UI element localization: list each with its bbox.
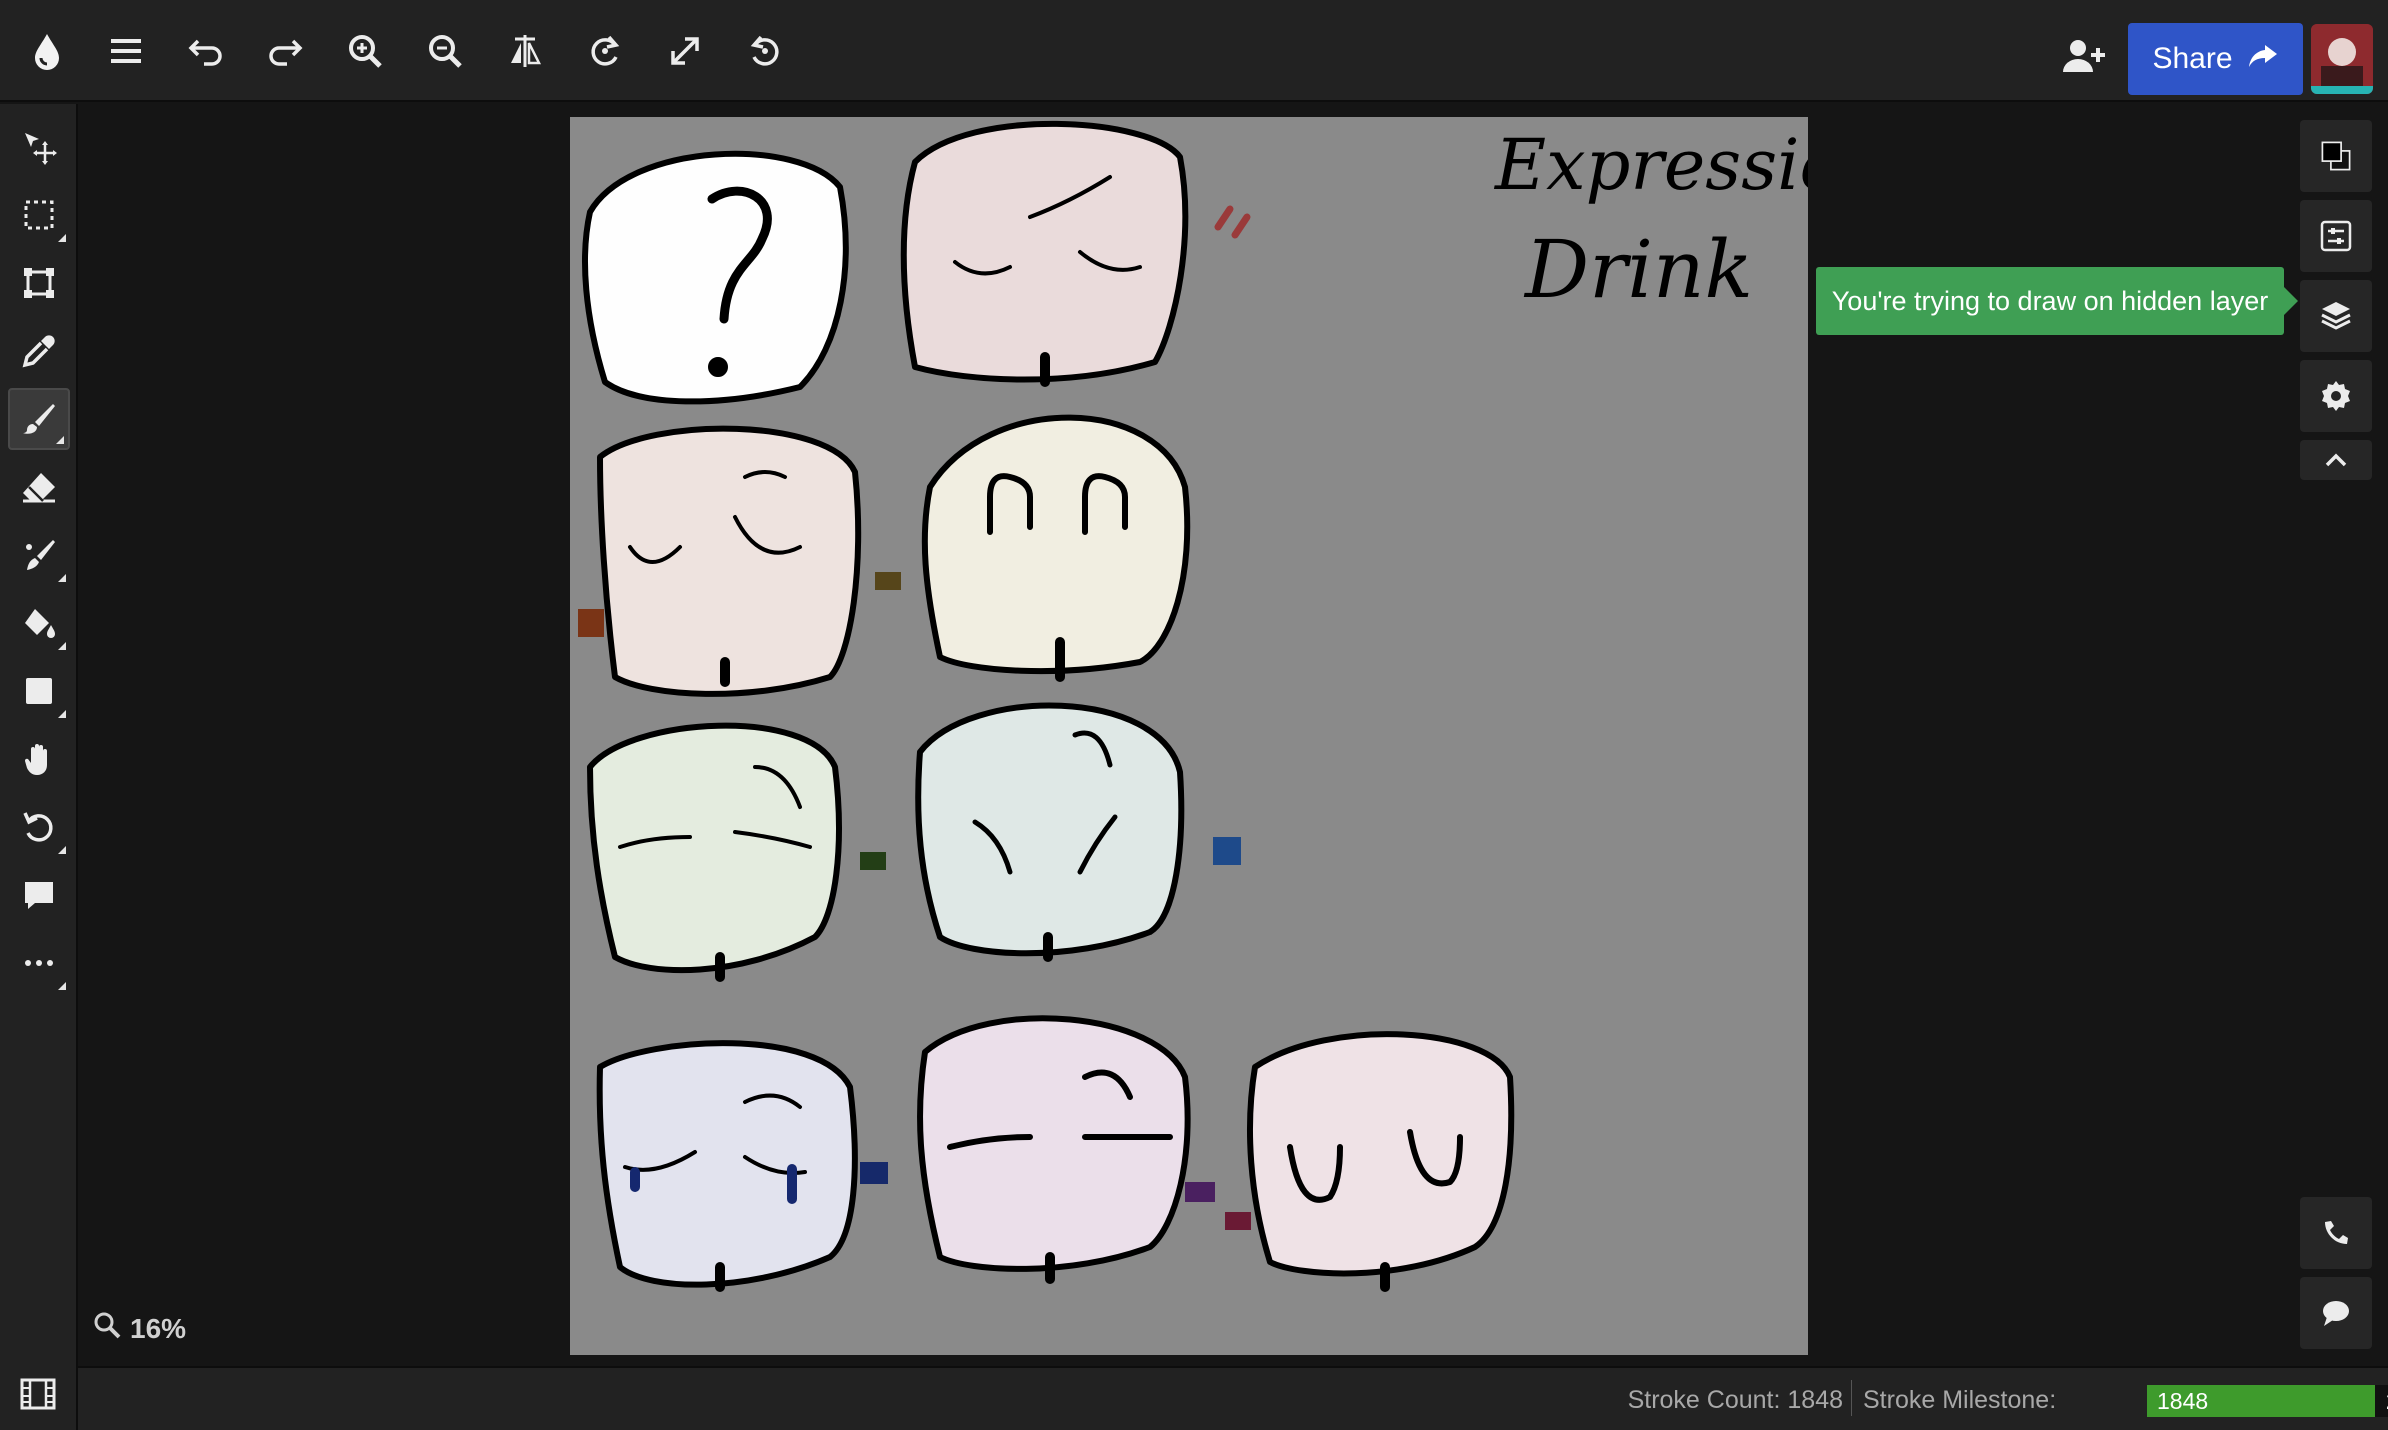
menu-icon[interactable]: [101, 26, 151, 76]
hidden-layer-tooltip: You're trying to draw on hidden layer: [1816, 267, 2298, 335]
canvas-title-line2: Drink: [1523, 223, 1753, 316]
share-label: Share: [2152, 42, 2233, 75]
stroke-milestone-progress: 1848 2400: [2147, 1385, 2388, 1417]
zoom-indicator[interactable]: 16%: [92, 1310, 186, 1347]
tool-sidebar: [0, 104, 78, 1430]
canvas-drawing: Expressions Drink: [578, 120, 1808, 1292]
eraser-icon[interactable]: [8, 456, 70, 518]
canvas-title-line1: Expressions: [1493, 124, 1808, 206]
smudge-icon[interactable]: [8, 524, 70, 586]
tooltip-text: You're trying to draw on hidden layer: [1831, 285, 2269, 316]
transform-icon[interactable]: [8, 252, 70, 314]
stroke-count: Stroke Count: 1848: [1627, 1386, 1843, 1414]
avatar[interactable]: [2311, 24, 2373, 94]
share-button[interactable]: Share: [2128, 23, 2303, 95]
milestone-current: 1848: [2157, 1388, 2209, 1414]
status-divider: [1851, 1380, 1852, 1416]
more-icon[interactable]: [8, 932, 70, 994]
timelapse-film-icon[interactable]: [16, 1372, 60, 1416]
search-icon: [92, 1310, 122, 1347]
chat-icon[interactable]: [2300, 1277, 2372, 1349]
zoom-in-icon[interactable]: [340, 26, 390, 76]
status-bar: Stroke Count: 1848 Stroke Milestone: 184…: [78, 1366, 2388, 1430]
shape-icon[interactable]: [8, 660, 70, 722]
rectangle-select-icon[interactable]: [8, 184, 70, 246]
adjustments-icon[interactable]: [2300, 200, 2372, 272]
comment-icon[interactable]: [8, 864, 70, 926]
collapse-icon[interactable]: [2300, 440, 2372, 480]
share-arrow-icon: [2247, 39, 2279, 79]
eyedropper-icon[interactable]: [8, 320, 70, 382]
fullscreen-icon[interactable]: [660, 26, 710, 76]
rotate-left-icon[interactable]: [580, 26, 630, 76]
layers-icon[interactable]: [2300, 280, 2372, 352]
stroke-milestone-label: Stroke Milestone:: [1863, 1386, 2057, 1414]
fill-bucket-icon[interactable]: [8, 592, 70, 654]
rotate-right-icon[interactable]: [740, 26, 790, 76]
settings-icon[interactable]: [2300, 360, 2372, 432]
zoom-level: 16%: [130, 1312, 187, 1344]
brush-icon[interactable]: [8, 388, 70, 450]
flip-horizontal-icon[interactable]: [500, 26, 550, 76]
call-icon[interactable]: [2300, 1197, 2372, 1269]
redo-icon[interactable]: [260, 26, 310, 76]
drawing-canvas[interactable]: Expressions Drink: [570, 117, 1808, 1355]
rotate-view-icon[interactable]: [8, 796, 70, 858]
zoom-out-icon[interactable]: [420, 26, 470, 76]
move-icon[interactable]: [8, 116, 70, 178]
top-toolbar: Share: [0, 0, 2388, 102]
hand-icon[interactable]: [8, 728, 70, 790]
add-user-icon[interactable]: [2058, 32, 2108, 82]
color-swatch-icon[interactable]: [2300, 120, 2372, 192]
undo-icon[interactable]: [181, 26, 231, 76]
logo-drop-icon[interactable]: [22, 26, 72, 76]
